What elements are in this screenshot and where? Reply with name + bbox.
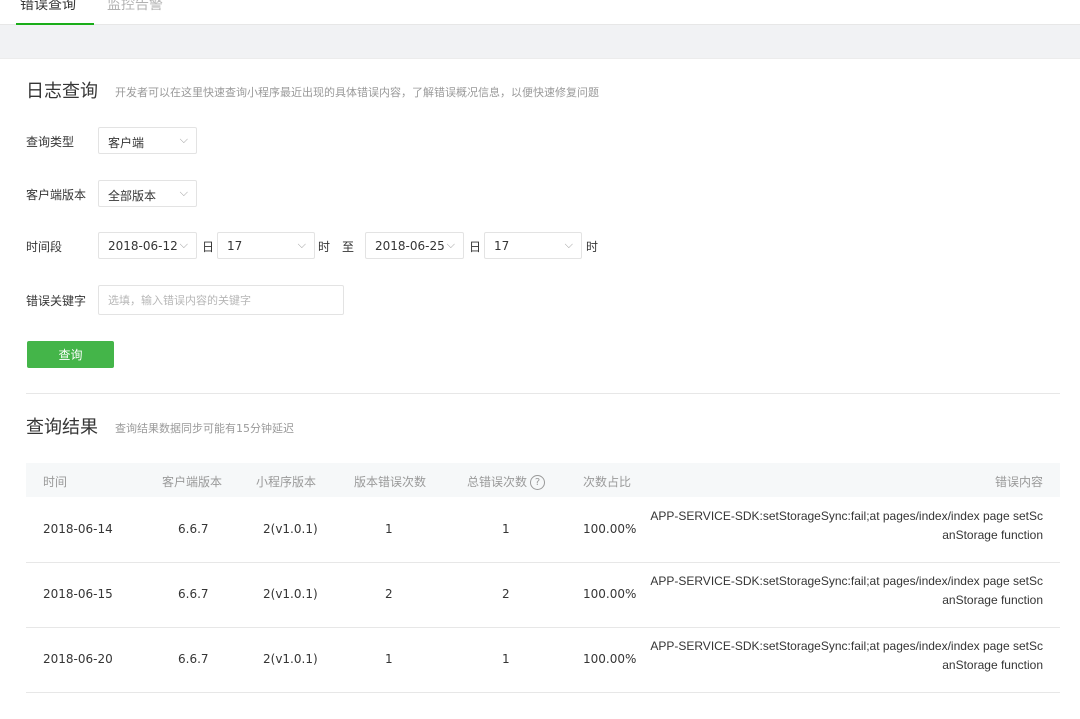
col-ratio: 次数占比 bbox=[583, 475, 632, 489]
col-content: 错误内容 bbox=[994, 475, 1043, 489]
cell-app-version: 2(v1.0.1) bbox=[263, 587, 318, 601]
cell-app-version: 2(v1.0.1) bbox=[263, 522, 318, 536]
end-date-value: 2018-06-25 bbox=[375, 239, 445, 253]
client-version-select[interactable]: 全部版本 ⌵ bbox=[98, 180, 197, 207]
question-circle-icon[interactable]: ? bbox=[530, 475, 546, 490]
cell-app-version: 2(v1.0.1) bbox=[263, 652, 318, 666]
cell-content-line: anStorage function bbox=[942, 593, 1043, 607]
cell-client-version: 6.6.7 bbox=[178, 587, 209, 601]
cell-content: APP-SERVICE-SDK:setStorageSync:fail;at p… bbox=[643, 507, 1043, 545]
results-table-header: 时间 客户端版本 小程序版本 版本错误次数 总错误次数? 次数占比 错误内容 bbox=[26, 463, 1060, 497]
cell-version-errors: 1 bbox=[385, 522, 393, 536]
results-description: 查询结果数据同步可能有15分钟延迟 bbox=[115, 422, 294, 435]
query-type-select[interactable]: 客户端 ⌵ bbox=[98, 127, 197, 154]
start-hour-value: 17 bbox=[227, 239, 243, 253]
chevron-down-icon: ⌵ bbox=[179, 238, 188, 251]
start-date-value: 2018-06-12 bbox=[108, 239, 178, 253]
results-title: 查询结果 bbox=[26, 417, 98, 438]
start-date-select[interactable]: 2018-06-12 ⌵ bbox=[98, 232, 197, 259]
client-version-value: 全部版本 bbox=[108, 189, 157, 203]
col-total-errors: 总错误次数? bbox=[467, 473, 546, 490]
end-hour-select[interactable]: 17 ⌵ bbox=[484, 232, 582, 259]
query-type-value: 客户端 bbox=[108, 136, 145, 150]
time-range-to: 至 bbox=[342, 240, 355, 254]
cell-content-line: anStorage function bbox=[942, 528, 1043, 542]
end-day-unit: 日 bbox=[469, 240, 482, 254]
query-type-label: 查询类型 bbox=[26, 135, 75, 149]
cell-ratio: 100.00% bbox=[583, 522, 637, 536]
cell-content-line: APP-SERVICE-SDK:setStorageSync:fail;at p… bbox=[650, 574, 1043, 588]
end-hour-value: 17 bbox=[494, 239, 510, 253]
chevron-down-icon: ⌵ bbox=[564, 238, 573, 251]
keyword-label: 错误关键字 bbox=[26, 294, 87, 308]
table-row: 2018-06-14 6.6.7 2(v1.0.1) 1 1 100.00% A… bbox=[26, 497, 1060, 563]
tab-error-query[interactable]: 错误查询 bbox=[16, 0, 94, 25]
col-total-errors-label: 总错误次数 bbox=[467, 475, 528, 489]
table-row: 2018-06-15 6.6.7 2(v1.0.1) 2 2 100.00% A… bbox=[26, 562, 1060, 628]
start-day-unit: 日 bbox=[202, 240, 215, 254]
log-query-description: 开发者可以在这里快速查询小程序最近出现的具体错误内容，了解错误概况信息，以便快速… bbox=[115, 86, 599, 99]
col-client-version: 客户端版本 bbox=[162, 475, 223, 489]
table-row: 2018-06-20 6.6.7 2(v1.0.1) 1 1 100.00% A… bbox=[26, 627, 1060, 693]
cell-client-version: 6.6.7 bbox=[178, 652, 209, 666]
cell-time: 2018-06-15 bbox=[43, 587, 113, 601]
cell-content: APP-SERVICE-SDK:setStorageSync:fail;at p… bbox=[643, 637, 1043, 675]
cell-time: 2018-06-20 bbox=[43, 652, 113, 666]
cell-time: 2018-06-14 bbox=[43, 522, 113, 536]
chevron-down-icon: ⌵ bbox=[179, 133, 188, 146]
end-hour-unit: 时 bbox=[586, 240, 599, 254]
start-hour-unit: 时 bbox=[318, 240, 331, 254]
cell-content-line: APP-SERVICE-SDK:setStorageSync:fail;at p… bbox=[650, 509, 1043, 523]
cell-content-line: anStorage function bbox=[942, 658, 1043, 672]
tab-monitor-alert[interactable]: 监控告警 bbox=[107, 0, 163, 14]
col-app-version: 小程序版本 bbox=[256, 475, 317, 489]
cell-ratio: 100.00% bbox=[583, 652, 637, 666]
cell-content-line: APP-SERVICE-SDK:setStorageSync:fail;at p… bbox=[650, 639, 1043, 653]
chevron-down-icon: ⌵ bbox=[446, 238, 455, 251]
time-range-label: 时间段 bbox=[26, 240, 63, 254]
cell-client-version: 6.6.7 bbox=[178, 522, 209, 536]
col-version-errors: 版本错误次数 bbox=[354, 475, 427, 489]
cell-total-errors: 2 bbox=[502, 587, 510, 601]
keyword-input[interactable] bbox=[98, 285, 344, 315]
top-tabs: 错误查询 监控告警 bbox=[0, 0, 1080, 25]
cell-content: APP-SERVICE-SDK:setStorageSync:fail;at p… bbox=[643, 572, 1043, 610]
chevron-down-icon: ⌵ bbox=[297, 238, 306, 251]
query-button[interactable]: 查询 bbox=[27, 341, 114, 368]
cell-total-errors: 1 bbox=[502, 522, 510, 536]
col-time: 时间 bbox=[43, 475, 68, 489]
chevron-down-icon: ⌵ bbox=[179, 186, 188, 199]
section-divider bbox=[26, 393, 1060, 394]
cell-total-errors: 1 bbox=[502, 652, 510, 666]
cell-version-errors: 1 bbox=[385, 652, 393, 666]
log-query-title: 日志查询 bbox=[26, 81, 98, 102]
start-hour-select[interactable]: 17 ⌵ bbox=[217, 232, 315, 259]
cell-version-errors: 2 bbox=[385, 587, 393, 601]
cell-ratio: 100.00% bbox=[583, 587, 637, 601]
end-date-select[interactable]: 2018-06-25 ⌵ bbox=[365, 232, 464, 259]
client-version-label: 客户端版本 bbox=[26, 188, 87, 202]
